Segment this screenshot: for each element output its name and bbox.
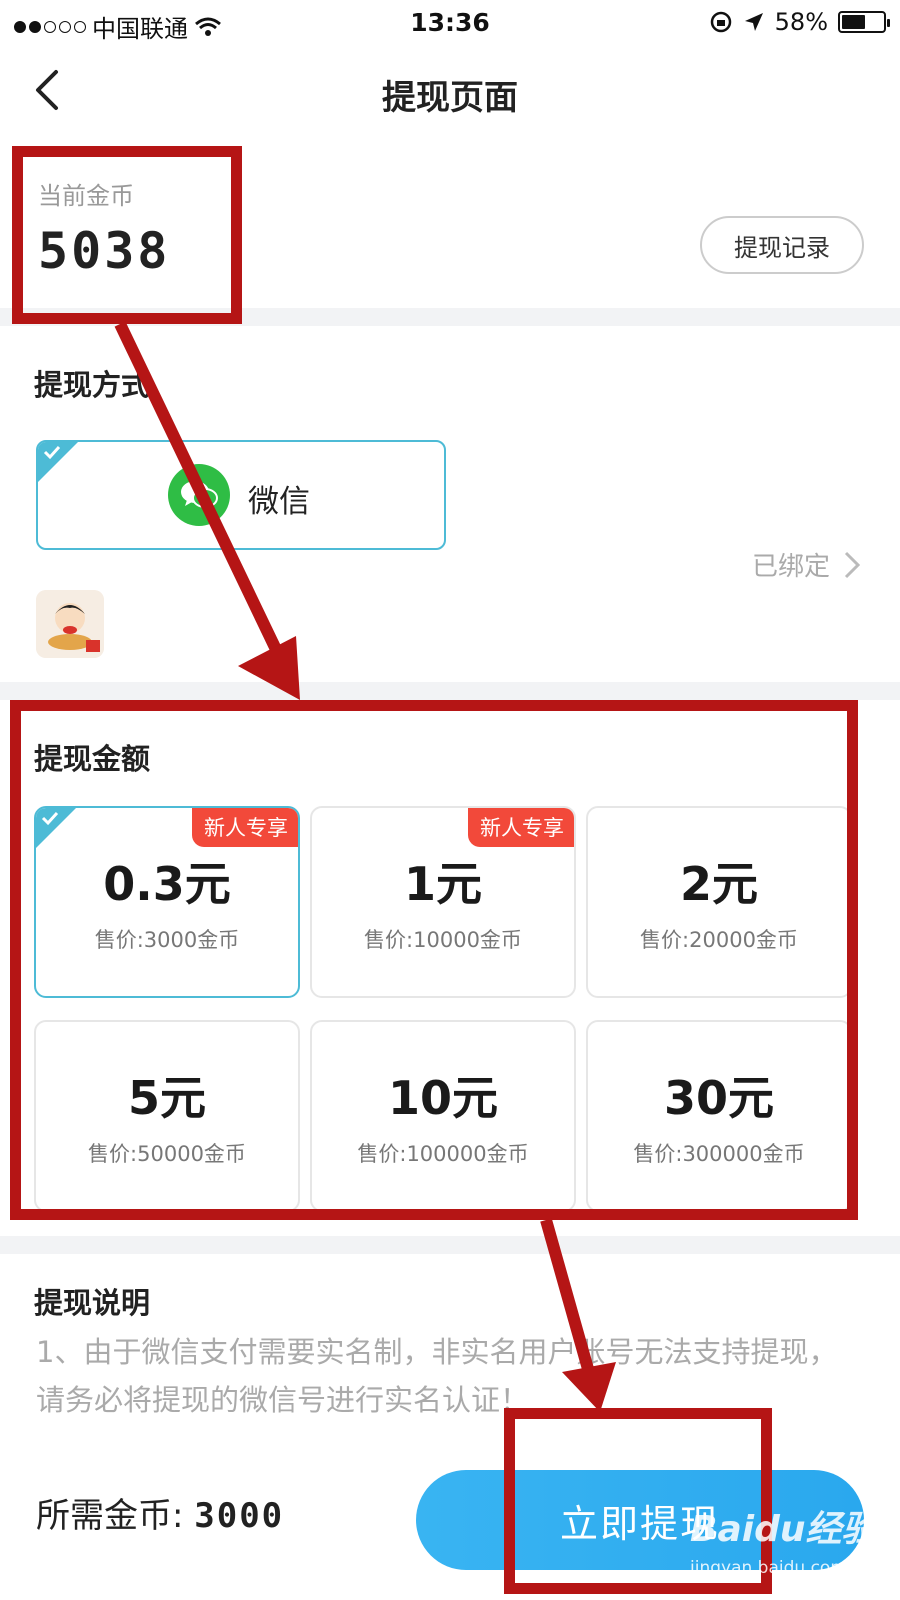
method-section-title: 提现方式 [34,368,151,402]
rotation-lock-icon [710,11,731,33]
location-icon [744,13,763,31]
description-title: 提现说明 [34,1286,151,1320]
annotation-box-coins [12,146,242,324]
chevron-right-icon [844,551,860,578]
bound-label: 已绑定 [751,552,830,582]
watermark-logo: Baidu经验 [690,1509,878,1550]
wechat-icon [168,464,230,526]
required-coins-value: 3000 [194,1496,285,1536]
section-divider [0,1236,900,1254]
method-option-wechat[interactable]: 微信 [36,440,446,550]
required-coins: 所需金币: 3000 [36,1488,284,1537]
watermark: Baidu经验 jingyan.baidu.com [690,1500,890,1590]
battery-level [842,15,866,29]
method-label: 微信 [248,484,310,520]
battery-percent: 58% [774,8,828,36]
bound-account-link[interactable]: 已绑定 [752,546,860,583]
status-right: 58% [709,8,890,36]
nav-bar: 提现页面 [0,46,900,136]
check-icon [43,445,61,460]
section-divider [0,682,900,700]
watermark-url: jingyan.baidu.com [690,1558,847,1578]
annotation-box-amount [10,700,858,1220]
withdraw-record-button[interactable]: 提现记录 [700,216,864,274]
status-bar: 中国联通 13:36 58% [0,0,900,46]
avatar [36,590,104,658]
required-coins-label: 所需金币: [36,1496,195,1536]
battery-icon [838,11,890,33]
page-title: 提现页面 [382,78,518,118]
